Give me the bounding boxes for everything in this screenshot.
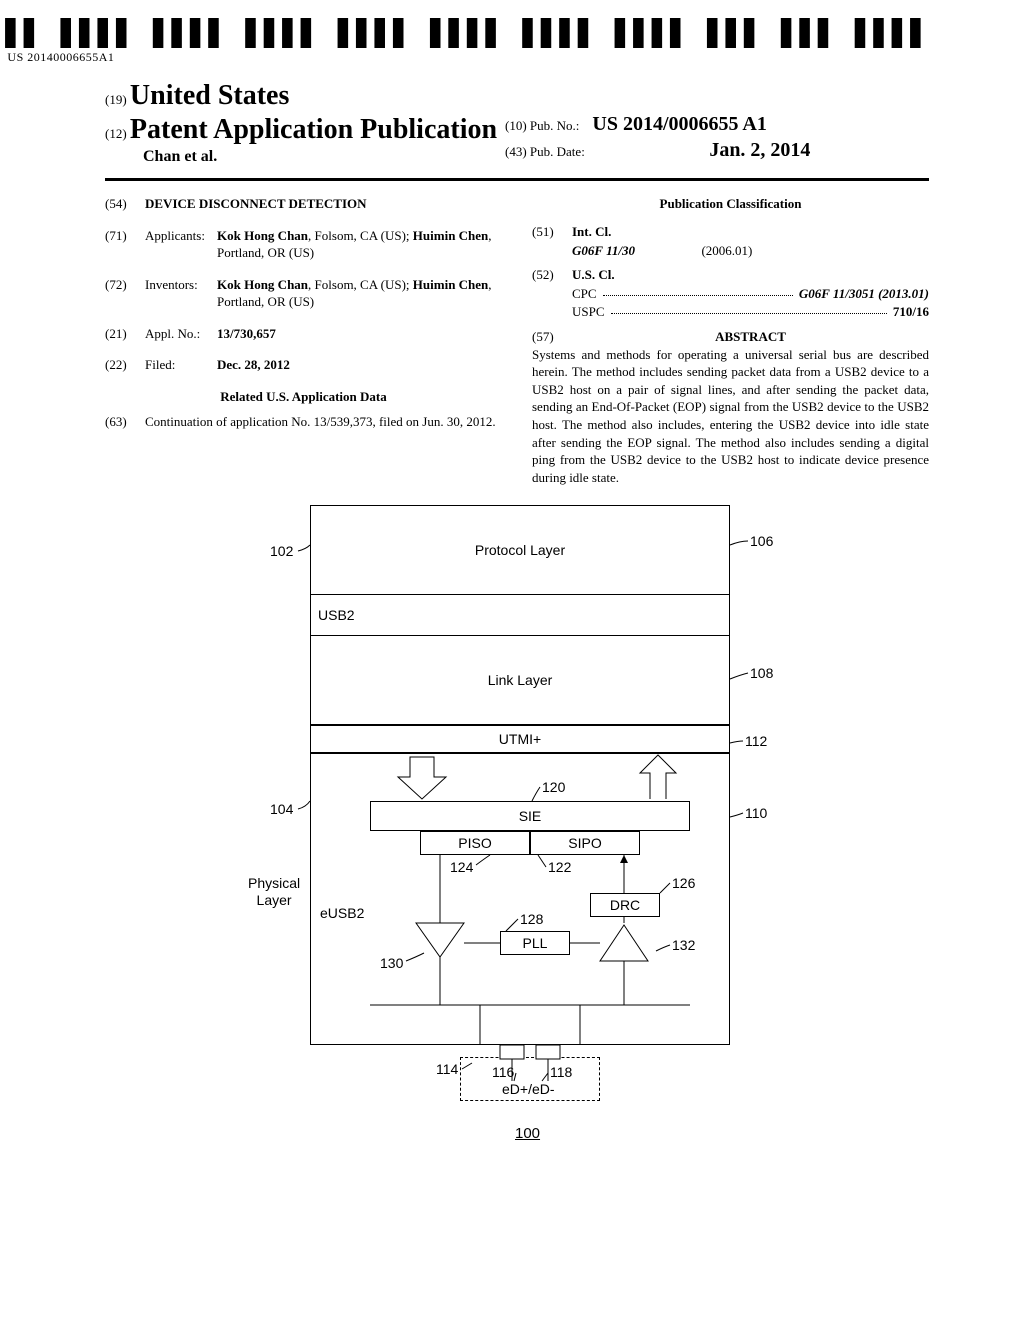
ref-104: 104	[270, 801, 293, 817]
abstract-code: (57)	[532, 328, 572, 346]
link-layer-box: Link Layer	[310, 635, 730, 725]
applno: 13/730,657	[217, 326, 276, 341]
drc-box: DRC	[590, 893, 660, 917]
ref-126: 126	[672, 875, 695, 891]
dots-icon	[603, 285, 793, 296]
barcode-block: ▌▌▌▌▌ ▌▌▌▌▌▌ ▌▌ ▌▌▌▌▌ ▌▌▌▌ ▌▌▌▌ ▌▌▌▌ ▌▌▌…	[0, 18, 929, 65]
ref-120: 120	[542, 779, 565, 795]
classif-heading: Publication Classification	[532, 195, 929, 213]
inventors-name2: Huimin Chen	[413, 277, 489, 292]
abstract-text: Systems and methods for operating a univ…	[532, 346, 929, 486]
pubdate-code: (43)	[505, 144, 527, 159]
applicants-label: Applicants:	[145, 227, 217, 262]
intcl-code: (51)	[532, 223, 572, 241]
physical-layer-box	[310, 753, 730, 1045]
ref-118: 118	[550, 1064, 572, 1080]
uspc-label: USPC	[572, 303, 605, 321]
sie-label: SIE	[519, 808, 542, 824]
pubno-label: Pub. No.:	[530, 118, 579, 133]
right-head: (10) Pub. No.: US 2014/0006655 A1 (43) P…	[505, 110, 810, 162]
intcl-label: Int. Cl.	[572, 224, 611, 239]
sipo-label: SIPO	[568, 835, 601, 851]
protocol-layer-label: Protocol Layer	[475, 542, 565, 558]
related-heading: Related U.S. Application Data	[105, 388, 502, 406]
divider	[105, 178, 929, 181]
ref-108: 108	[750, 665, 773, 681]
applicants-name2: Huimin Chen	[413, 228, 489, 243]
pll-label: PLL	[523, 935, 548, 951]
pubdate-label: Pub. Date:	[530, 144, 585, 159]
abstract-heading: ABSTRACT	[572, 328, 929, 346]
utmi-box: UTMI+	[310, 725, 730, 753]
barcode-number: US 20140006655A1	[0, 50, 929, 65]
ref-122: 122	[548, 859, 571, 875]
related-text: Continuation of application No. 13/539,3…	[145, 413, 502, 431]
eusb2-label: eUSB2	[320, 905, 364, 921]
sie-box: SIE	[370, 801, 690, 831]
applicants-code: (71)	[105, 227, 145, 262]
barcode-icon: ▌▌▌▌▌ ▌▌▌▌▌▌ ▌▌ ▌▌▌▌▌ ▌▌▌▌ ▌▌▌▌ ▌▌▌▌ ▌▌▌…	[0, 18, 929, 48]
ref-110: 110	[745, 805, 767, 821]
ref-128: 128	[520, 911, 543, 927]
invention-title: DEVICE DISCONNECT DETECTION	[145, 196, 367, 211]
piso-box: PISO	[420, 831, 530, 855]
ref-102: 102	[270, 543, 293, 559]
intcl-year: (2006.01)	[701, 243, 752, 258]
filed-code: (22)	[105, 356, 145, 374]
filed-label: Filed:	[145, 356, 217, 374]
inventors-label: Inventors:	[145, 276, 217, 311]
pll-box: PLL	[500, 931, 570, 955]
ref-124: 124	[450, 859, 473, 875]
cpc-value: G06F 11/3051 (2013.01)	[799, 286, 929, 301]
ref-132: 132	[672, 937, 695, 953]
drc-label: DRC	[610, 897, 640, 913]
applno-code: (21)	[105, 325, 145, 343]
related-code: (63)	[105, 413, 145, 431]
pubno-code: (10)	[505, 118, 527, 133]
left-column: (54) DEVICE DISCONNECT DETECTION (71) Ap…	[105, 195, 502, 486]
intcl-class: G06F 11/30	[572, 243, 635, 258]
pub-code: (12)	[105, 126, 127, 141]
figure-number: 100	[515, 1125, 540, 1142]
pub-type: Patent Application Publication	[130, 114, 497, 145]
ref-112: 112	[745, 733, 767, 749]
applicants-loc1: , Folsom, CA (US);	[308, 228, 413, 243]
ref-106: 106	[750, 533, 773, 549]
ref-116: 116	[492, 1064, 514, 1080]
country: United States	[130, 80, 289, 111]
right-column: Publication Classification (51) Int. Cl.…	[532, 195, 929, 486]
country-code: (19)	[105, 92, 127, 107]
protocol-layer-box: Protocol Layer	[310, 505, 730, 595]
ref-130: 130	[380, 955, 403, 971]
utmi-label: UTMI+	[499, 731, 541, 747]
pubdate: Jan. 2, 2014	[709, 139, 810, 161]
uscl-label: U.S. Cl.	[572, 267, 615, 282]
cpc-label: CPC	[572, 285, 597, 303]
inventors-name1: Kok Hong Chan	[217, 277, 308, 292]
link-layer-label: Link Layer	[488, 672, 553, 688]
piso-label: PISO	[458, 835, 491, 851]
ed-label: eD+/eD-	[502, 1081, 555, 1097]
uscl-code: (52)	[532, 266, 572, 284]
pubno: US 2014/0006655 A1	[592, 113, 766, 135]
applicants-name1: Kok Hong Chan	[217, 228, 308, 243]
filed: Dec. 28, 2012	[217, 357, 290, 372]
sipo-box: SIPO	[530, 831, 640, 855]
figure-diagram: Protocol Layer Link Layer USB2 UTMI+ SIE…	[240, 505, 780, 1135]
inventors-code: (72)	[105, 276, 145, 311]
physical-layer-label: PhysicalLayer	[248, 875, 300, 909]
applno-label: Appl. No.:	[145, 325, 217, 343]
dots-icon	[611, 303, 887, 314]
title-code: (54)	[105, 195, 145, 213]
usb2-label: USB2	[318, 607, 355, 623]
inventors-loc1: , Folsom, CA (US);	[308, 277, 413, 292]
uspc-value: 710/16	[893, 303, 929, 321]
ref-114: 114	[436, 1061, 458, 1077]
